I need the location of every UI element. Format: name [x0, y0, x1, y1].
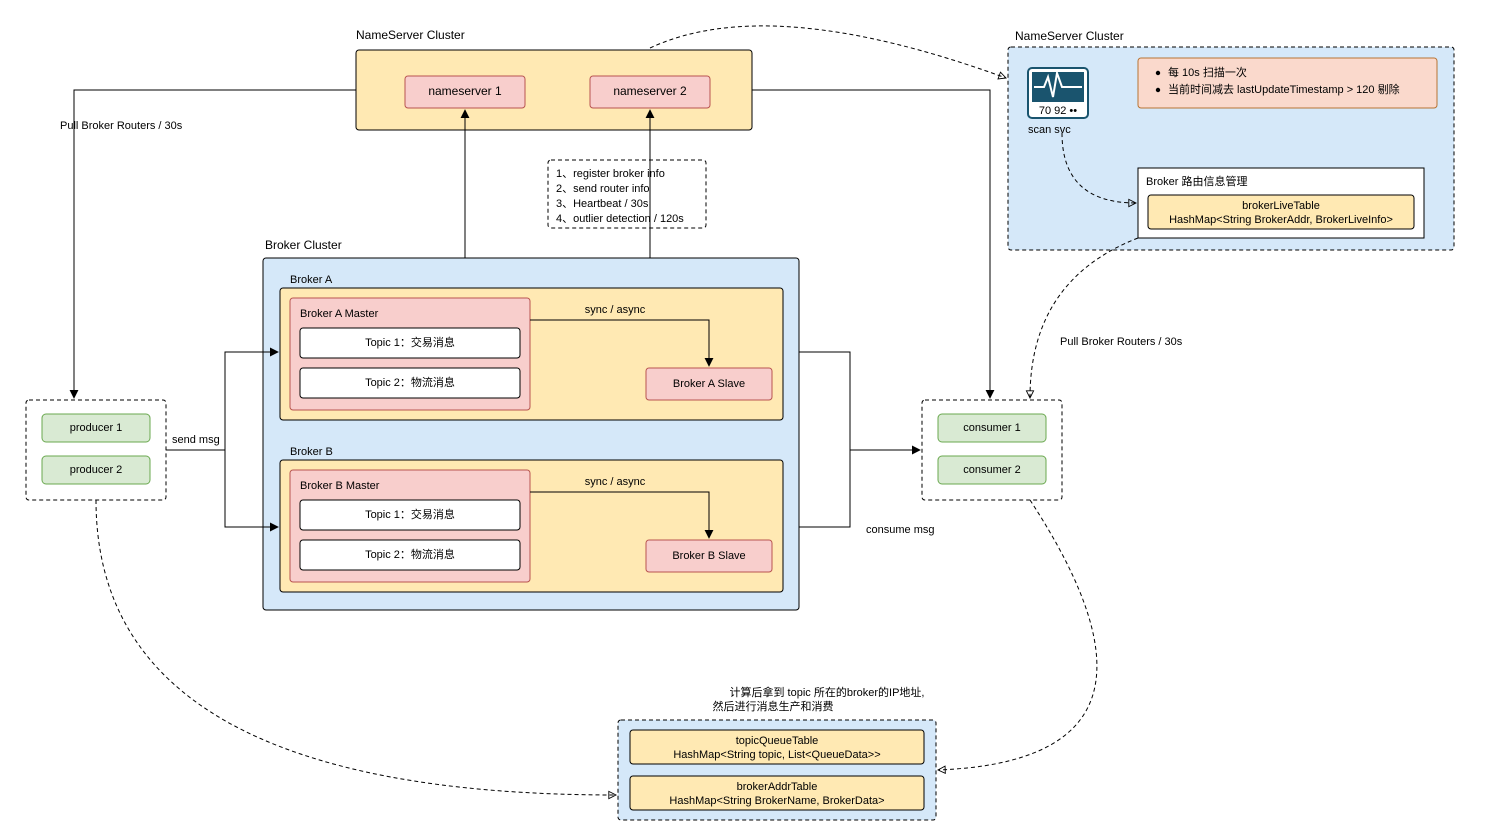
broker-a-sync-label: sync / async — [585, 304, 646, 316]
consumer-2-label: consumer 2 — [963, 464, 1020, 476]
broker-live-table-l2: HashMap<String BrokerAddr, BrokerLiveInf… — [1169, 214, 1393, 226]
send-msg-label: send msg — [172, 434, 220, 446]
broker-route-title: Broker 路由信息管理 — [1146, 174, 1247, 188]
reg-note-3: 3、Heartbeat / 30s — [556, 198, 649, 210]
broker-b-topic1-label: Topic 1：交易消息 — [365, 507, 455, 521]
ns2-to-consumer-arrow — [1030, 238, 1138, 398]
ns-cluster-1-title: NameServer Cluster — [356, 28, 465, 42]
architecture-diagram: NameServer Cluster nameserver 1 nameserv… — [0, 0, 1504, 837]
broker-a-topic1-label: Topic 1：交易消息 — [365, 335, 455, 349]
topic-queue-l1: topicQueueTable — [736, 735, 819, 747]
broker-a-master-label: Broker A Master — [300, 308, 379, 320]
nameserver-2-label: nameserver 2 — [613, 84, 687, 98]
broker-cluster-title: Broker Cluster — [265, 238, 342, 252]
producer-1-label: producer 1 — [70, 422, 123, 434]
broker-live-table-l1: brokerLiveTable — [1242, 200, 1320, 212]
topic-queue-l2: HashMap<String topic, List<QueueData>> — [673, 749, 880, 761]
pull-right-label: Pull Broker Routers / 30s — [1060, 336, 1183, 348]
producer-2-label: producer 2 — [70, 464, 123, 476]
consumer-1-label: consumer 1 — [963, 422, 1020, 434]
reg-note-4: 4、outlier detection / 120s — [556, 213, 684, 225]
consume-msg-label: consume msg — [866, 524, 934, 536]
scan-rule-1: 每 10s 扫描一次 — [1168, 65, 1247, 79]
broker-b-sync-label: sync / async — [585, 476, 646, 488]
svg-text:70 92 ••: 70 92 •• — [1039, 105, 1077, 117]
broker-b-topic2-label: Topic 2：物流消息 — [365, 547, 455, 561]
broker-b-master-label: Broker B Master — [300, 480, 380, 492]
broker-b-to-consumer-arrow — [799, 450, 850, 527]
broker-addr-l1: brokerAddrTable — [737, 781, 818, 793]
broker-a-topic2-label: Topic 2：物流消息 — [365, 375, 455, 389]
scan-rule-2: 当前时间减去 lastUpdateTimestamp > 120 剔除 — [1168, 82, 1400, 96]
broker-addr-l2: HashMap<String BrokerName, BrokerData> — [669, 795, 884, 807]
reg-note-2: 2、send router info — [556, 183, 650, 195]
broker-to-consumer-arrow — [799, 352, 920, 450]
ecg-icon: 70 92 •• — [1028, 68, 1088, 118]
pull-left-label: Pull Broker Routers / 30s — [60, 120, 183, 132]
broker-b-slave-label: Broker B Slave — [672, 550, 745, 562]
scan-svc-label: scan svc — [1028, 124, 1071, 136]
ns-cluster-2-title: NameServer Cluster — [1015, 29, 1124, 43]
broker-b-title: Broker B — [290, 446, 333, 458]
bottom-title-2: 然后进行消息生产和消费 — [713, 699, 834, 713]
consumer-to-bottom-arrow — [938, 500, 1097, 770]
bottom-title-1: 计算后拿到 topic 所在的broker的IP地址, — [730, 685, 925, 699]
reg-note-1: 1、register broker info — [556, 168, 665, 180]
broker-a-title: Broker A — [290, 274, 333, 286]
broker-a-slave-label: Broker A Slave — [673, 378, 745, 390]
nameserver-1-label: nameserver 1 — [428, 84, 502, 98]
